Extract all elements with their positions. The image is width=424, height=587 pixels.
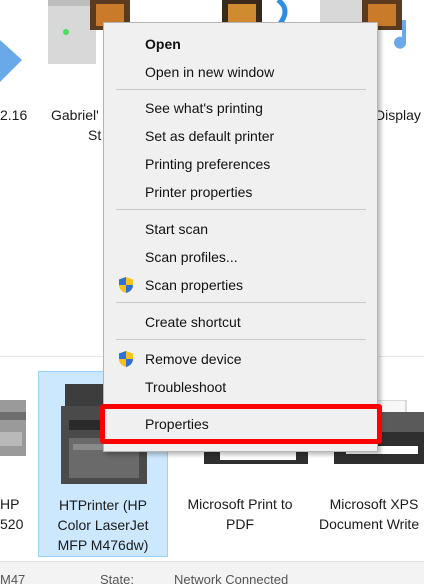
status-state-value: Network Connected	[174, 572, 289, 587]
status-state-label: State:	[100, 572, 134, 587]
menu-separator	[116, 209, 366, 210]
context-menu: Open Open in new window See what's print…	[103, 22, 378, 452]
menu-item-create-shortcut[interactable]: Create shortcut	[107, 309, 374, 335]
printer-label-line1: HTPrinter (HP	[59, 497, 147, 513]
printer-label-line2: PDF	[226, 516, 254, 532]
menu-item-printing-preferences[interactable]: Printing preferences	[107, 151, 374, 177]
device-icon	[0, 40, 22, 82]
menu-item-open[interactable]: Open	[107, 31, 374, 57]
printer-label-line2: Color LaserJet	[57, 517, 149, 533]
menu-item-scan-properties[interactable]: Scan properties	[107, 272, 374, 298]
printer-label-line2: Document Write	[319, 516, 420, 532]
device-label-line2: St	[88, 127, 102, 143]
printer-label-line1: Microsoft XPS	[329, 496, 419, 512]
device-label: Display	[375, 107, 421, 123]
details-status-bar: M47 State: Network Connected	[0, 561, 424, 587]
menu-separator	[116, 302, 366, 303]
menu-item-scan-profiles[interactable]: Scan profiles...	[107, 244, 374, 270]
printer-label-line1: HP	[0, 496, 20, 512]
uac-shield-icon	[119, 351, 133, 367]
menu-item-see-whats-printing[interactable]: See what's printing	[107, 95, 374, 121]
menu-item-open-new-window[interactable]: Open in new window	[107, 59, 374, 85]
menu-item-set-default-printer[interactable]: Set as default printer	[107, 123, 374, 149]
highlight-box-annotation	[100, 404, 382, 444]
menu-item-troubleshoot[interactable]: Troubleshoot	[107, 374, 374, 400]
uac-shield-icon	[119, 277, 133, 293]
device-label-line1: Gabriel'	[51, 107, 99, 123]
printer-label-line3: MFP M476dw)	[57, 537, 149, 553]
printer-icon	[0, 400, 26, 456]
menu-separator	[116, 339, 366, 340]
status-model: M47	[0, 572, 26, 587]
printer-label-line2: 520	[0, 516, 24, 532]
printer-label-line1: Microsoft Print to	[187, 496, 293, 512]
menu-item-start-scan[interactable]: Start scan	[107, 216, 374, 242]
menu-item-remove-device[interactable]: Remove device	[107, 346, 374, 372]
menu-item-printer-properties[interactable]: Printer properties	[107, 179, 374, 205]
menu-separator	[116, 89, 366, 90]
device-label: 2.16	[0, 107, 28, 123]
